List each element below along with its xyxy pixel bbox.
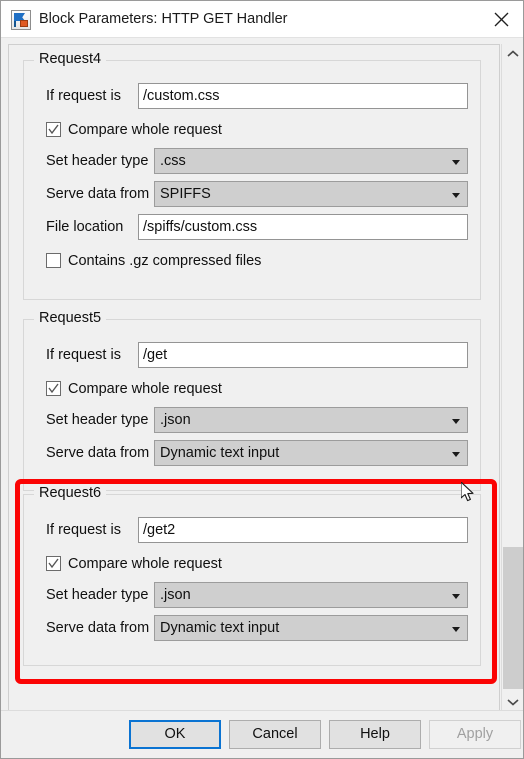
checkbox-box [46, 381, 61, 396]
if-request-label-4: If request is [46, 88, 121, 104]
set-header-type-value-4: .css [160, 153, 186, 169]
chevron-down-icon [452, 594, 460, 599]
checkbox-box [46, 556, 61, 571]
chevron-down-icon [452, 627, 460, 632]
group-request4: Request4 If request is /custom.css Compa… [23, 51, 481, 300]
group-request4-title: Request4 [34, 51, 107, 67]
row-header-type-6: Set header type .json [24, 582, 480, 608]
if-request-input-6[interactable]: /get2 [138, 517, 468, 543]
group-request5-title: Request5 [34, 310, 107, 326]
row-if-request-6: If request is /get2 [24, 517, 480, 543]
dialog-button-bar: OK Cancel Help Apply [1, 710, 523, 758]
contains-gz-label-4: Contains .gz compressed files [68, 253, 262, 269]
row-header-type-5: Set header type .json [24, 407, 480, 433]
cancel-button[interactable]: Cancel [229, 720, 321, 749]
row-serve-data-5: Serve data from Dynamic text input [24, 440, 480, 466]
file-location-input-4[interactable]: /spiffs/custom.css [138, 214, 468, 240]
set-header-type-label-4: Set header type [46, 153, 149, 169]
checkbox-box [46, 122, 61, 137]
set-header-type-value-5: .json [160, 412, 191, 428]
simulink-block-icon [11, 10, 31, 30]
chevron-down-icon [452, 160, 460, 165]
scroll-up-button[interactable] [502, 44, 523, 64]
serve-data-from-dropdown-5[interactable]: Dynamic text input [154, 440, 468, 466]
if-request-label-6: If request is [46, 522, 121, 538]
set-header-type-dropdown-4[interactable]: .css [154, 148, 468, 174]
set-header-type-label-6: Set header type [46, 587, 149, 603]
row-serve-data-6: Serve data from Dynamic text input [24, 615, 480, 641]
row-file-location-4: File location /spiffs/custom.css [24, 214, 480, 240]
ok-button[interactable]: OK [129, 720, 221, 749]
row-if-request-5: If request is /get [24, 342, 480, 368]
group-request6: Request6 If request is /get2 Compare who… [23, 485, 481, 666]
compare-whole-request-label-6: Compare whole request [68, 556, 222, 572]
chevron-down-icon [452, 419, 460, 424]
set-header-type-value-6: .json [160, 587, 191, 603]
serve-data-from-label-6: Serve data from [46, 620, 150, 636]
set-header-type-dropdown-5[interactable]: .json [154, 407, 468, 433]
chevron-down-icon [452, 452, 460, 457]
set-header-type-dropdown-6[interactable]: .json [154, 582, 468, 608]
serve-data-from-value-6: Dynamic text input [160, 620, 280, 636]
if-request-input-4[interactable]: /custom.css [138, 83, 468, 109]
scrollbar-thumb[interactable] [503, 547, 523, 689]
serve-data-from-label-5: Serve data from [46, 445, 150, 461]
row-serve-data-4: Serve data from SPIFFS [24, 181, 480, 207]
if-request-label-5: If request is [46, 347, 121, 363]
checkbox-box [46, 253, 61, 268]
title-bar: Block Parameters: HTTP GET Handler [1, 1, 523, 38]
serve-data-from-value-4: SPIFFS [160, 186, 211, 202]
help-button[interactable]: Help [329, 720, 421, 749]
serve-data-from-dropdown-4[interactable]: SPIFFS [154, 181, 468, 207]
serve-data-from-dropdown-6[interactable]: Dynamic text input [154, 615, 468, 641]
compare-whole-request-label-5: Compare whole request [68, 381, 222, 397]
set-header-type-label-5: Set header type [46, 412, 149, 428]
vertical-scrollbar[interactable] [501, 44, 523, 712]
group-request5: Request5 If request is /get Compare whol… [23, 310, 481, 491]
serve-data-from-label-4: Serve data from [46, 186, 150, 202]
compare-whole-request-label-4: Compare whole request [68, 122, 222, 138]
close-icon[interactable] [479, 1, 523, 37]
row-if-request-4: If request is /custom.css [24, 83, 480, 109]
window-title: Block Parameters: HTTP GET Handler [39, 11, 288, 27]
serve-data-from-value-5: Dynamic text input [160, 445, 280, 461]
group-request6-title: Request6 [34, 485, 107, 501]
block-parameters-dialog: Block Parameters: HTTP GET Handler Reque… [0, 0, 524, 759]
chevron-down-icon [452, 193, 460, 198]
if-request-input-5[interactable]: /get [138, 342, 468, 368]
parameters-scroll-panel: Request4 If request is /custom.css Compa… [8, 44, 500, 712]
row-header-type-4: Set header type .css [24, 148, 480, 174]
apply-button: Apply [429, 720, 521, 749]
file-location-label-4: File location [46, 219, 124, 235]
scroll-down-button[interactable] [502, 692, 523, 712]
